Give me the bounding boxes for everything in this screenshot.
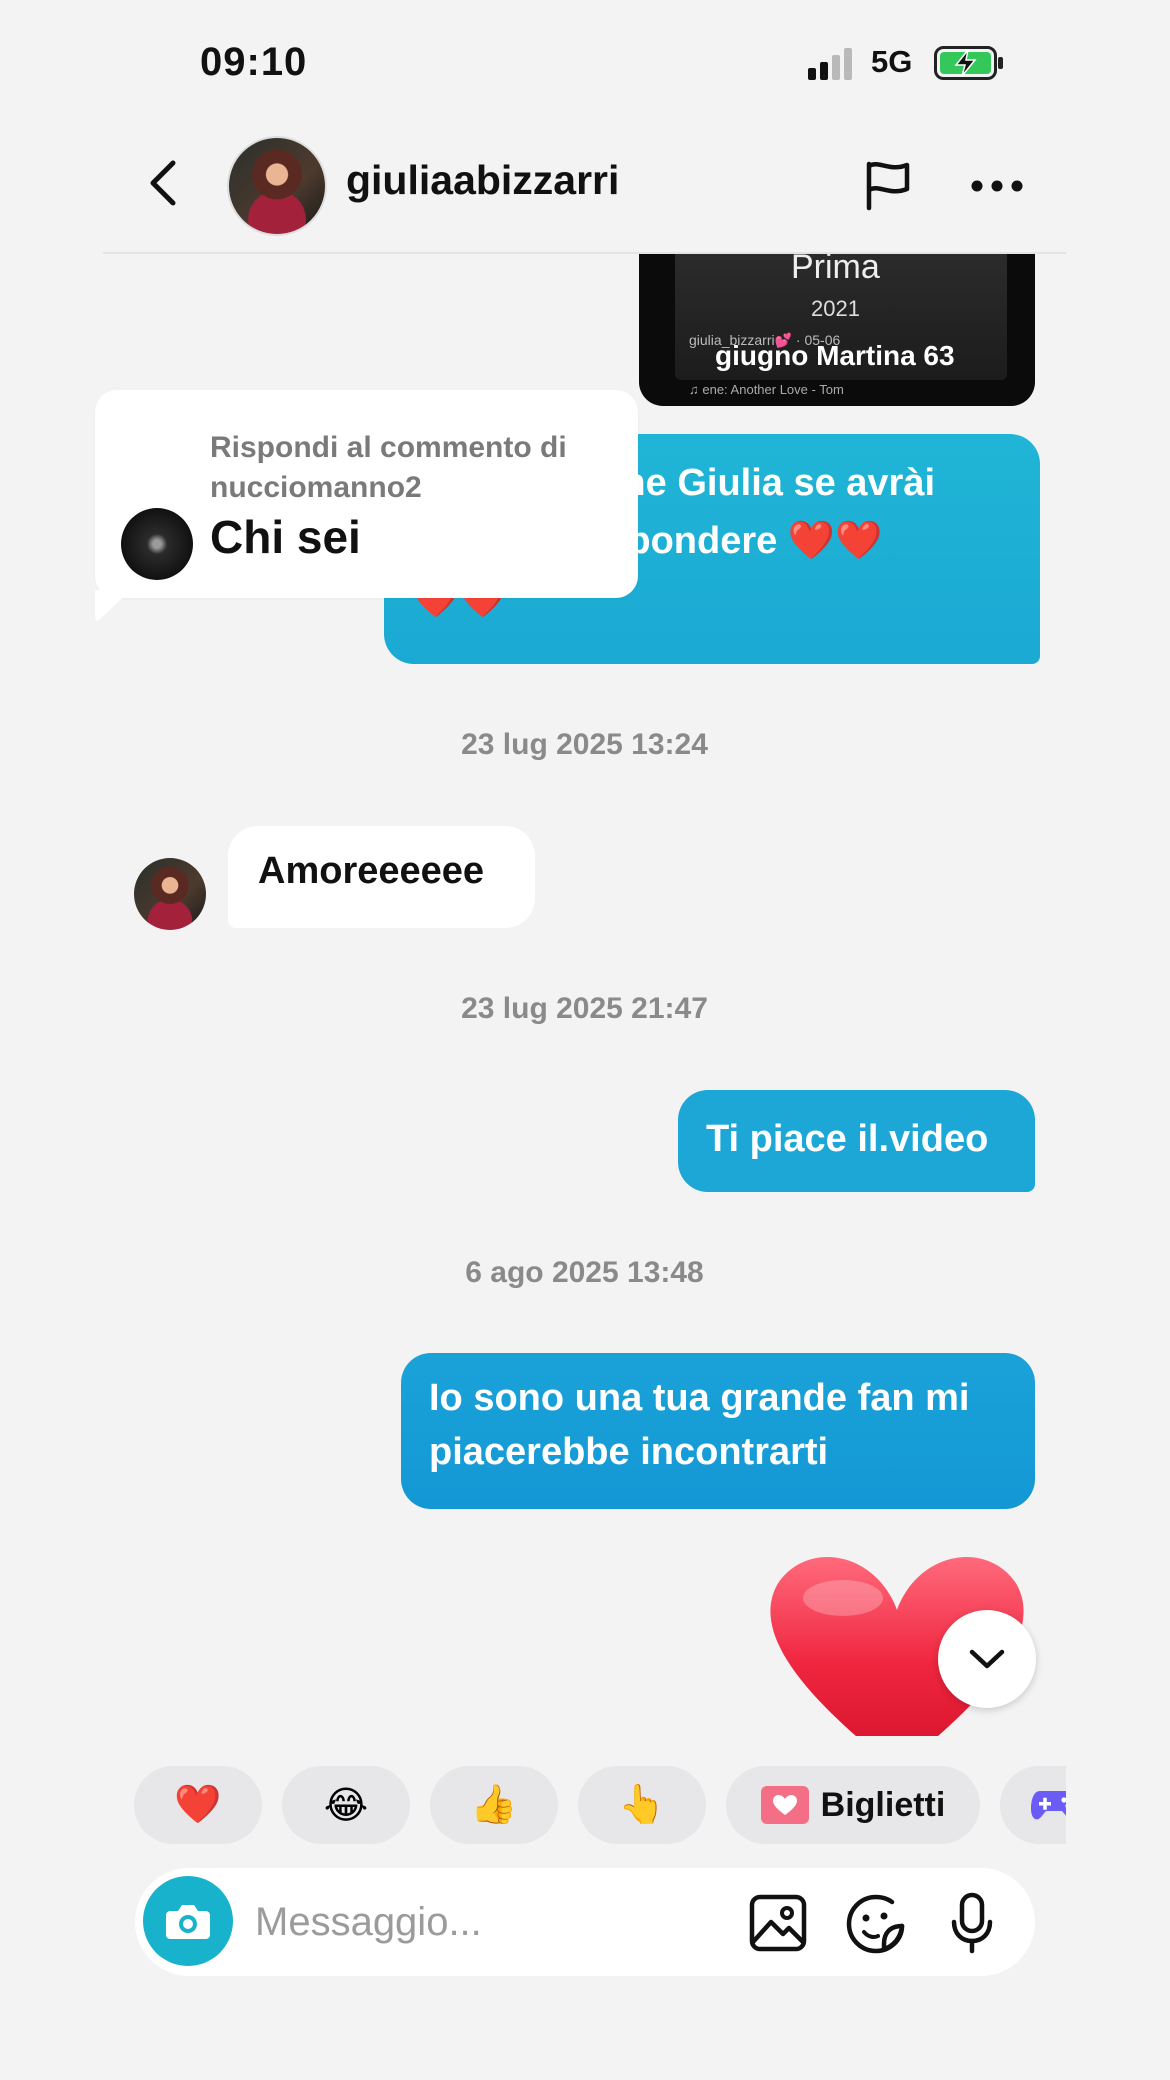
battery-charging-icon	[934, 46, 1003, 80]
status-time: 09:10	[200, 40, 308, 84]
reaction-chip-thumbs-up[interactable]: 👍	[430, 1766, 558, 1844]
video-caption: giugno Martina 63	[715, 340, 955, 371]
outgoing-message[interactable]: Ti piace il.video	[678, 1090, 1035, 1192]
comment-text: Chi sei	[210, 511, 361, 563]
video-year: 2021	[811, 296, 860, 321]
outgoing-message[interactable]: Io sono una tua grande fan mi piacerebbe…	[401, 1353, 1035, 1509]
reaction-chip-laugh[interactable]: 😂	[282, 1766, 410, 1844]
commenter-avatar	[121, 508, 193, 580]
sender-avatar[interactable]	[134, 858, 206, 930]
report-flag-icon[interactable]	[861, 158, 915, 212]
reply-label: Rispondi al commento di nucciomanno2	[210, 431, 567, 504]
message-timestamp: 23 lug 2025 21:47	[461, 992, 708, 1025]
reaction-chip-point-up[interactable]: 👆	[578, 1766, 706, 1844]
contact-username[interactable]: giuliaabizzarri	[346, 157, 619, 204]
shared-video-card[interactable]: Prima 2021 giulia_bizzarri💕 · 05-06 giug…	[639, 240, 1035, 406]
tickets-label: Biglietti	[820, 1785, 946, 1824]
chevron-down-icon	[969, 1649, 1005, 1669]
message-timestamp: 23 lug 2025 13:24	[461, 728, 708, 761]
quick-reactions-bar: ❤️ 😂 👍 👆 Biglietti	[103, 1766, 1066, 1846]
microphone-icon[interactable]	[950, 1892, 994, 1954]
comment-reply-card[interactable]: Rispondi al commento di nucciomanno2 Chi…	[95, 390, 638, 598]
reply-card-tail	[95, 590, 131, 621]
signal-icon	[808, 48, 852, 80]
ticket-icon	[760, 1786, 809, 1824]
sticker-icon[interactable]	[846, 1894, 906, 1954]
more-options-icon[interactable]	[971, 178, 1023, 194]
chat-header: giuliaabizzarri	[103, 112, 1066, 254]
scroll-to-bottom-button[interactable]	[938, 1610, 1036, 1708]
back-arrow-icon[interactable]	[143, 158, 183, 208]
camera-icon	[166, 1905, 210, 1939]
message-timestamp: 6 ago 2025 13:48	[465, 1256, 704, 1289]
tickets-chip[interactable]: Biglietti	[726, 1766, 980, 1844]
video-music: ♫ ene: Another Love - Tom	[689, 382, 844, 397]
message-input[interactable]	[255, 1894, 715, 1950]
message-composer	[135, 1868, 1035, 1976]
contact-avatar[interactable]	[227, 136, 327, 236]
gallery-image-icon[interactable]	[749, 1894, 807, 1952]
incoming-message[interactable]: Amoreeeeee	[228, 826, 535, 928]
network-label: 5G	[871, 44, 913, 79]
reaction-chip-heart[interactable]: ❤️	[134, 1766, 262, 1844]
camera-button[interactable]	[143, 1876, 233, 1966]
games-chip[interactable]	[1000, 1766, 1066, 1844]
game-controller-icon	[1031, 1791, 1066, 1820]
